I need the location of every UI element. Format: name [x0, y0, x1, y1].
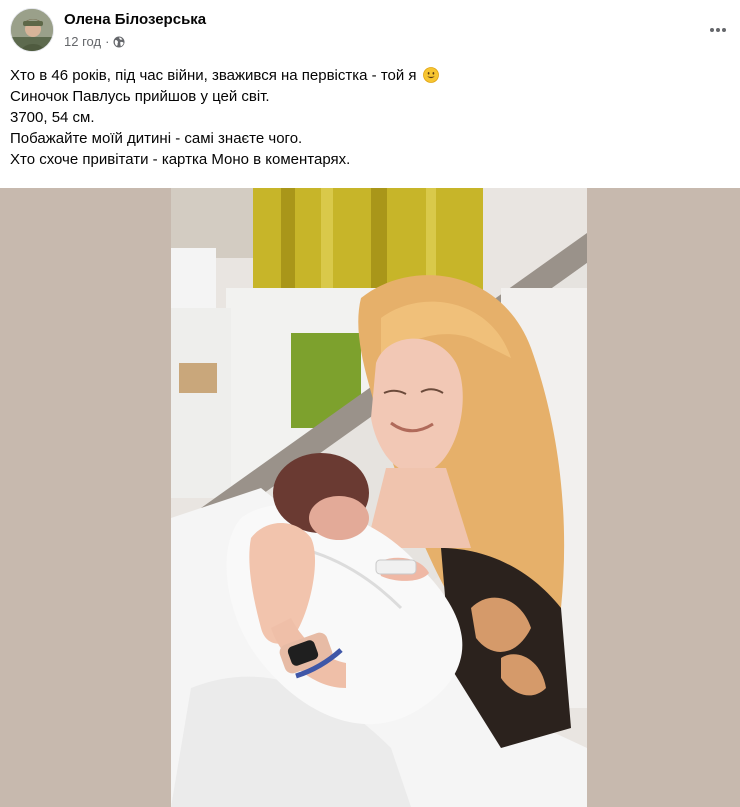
post-message: Хто в 46 років, під час війни, зважився …	[10, 65, 710, 170]
post-line: 3700, 54 см.	[10, 109, 95, 126]
post-meta: 12 год ·	[64, 34, 125, 49]
globe-icon[interactable]	[113, 36, 125, 48]
post-header: Олена Білозерська 12 год ·	[0, 0, 740, 60]
meta-separator: ·	[105, 34, 110, 49]
post-line: Хто схоче привітати - картка Моно в коме…	[10, 151, 351, 168]
more-horizontal-icon	[710, 28, 726, 32]
post-line: Хто в 46 років, під час війни, зважився …	[10, 65, 710, 86]
post-line-text: Хто в 46 років, під час війни, зважився …	[10, 67, 417, 84]
facebook-post: Олена Білозерська 12 год · Хто в 46 рокі…	[0, 0, 740, 807]
mother-and-newborn-photo[interactable]	[171, 188, 587, 807]
post-line: Синочок Павлусь прийшов у цей світ.	[10, 88, 270, 105]
author-avatar[interactable]	[10, 8, 54, 52]
avatar-image	[11, 9, 53, 51]
post-timestamp[interactable]: 12 год	[64, 34, 101, 49]
smiling-face-icon	[422, 67, 439, 83]
post-line: Побажайте моїй дитині - самі знаєте чого…	[10, 130, 303, 147]
author-name[interactable]: Олена Білозерська	[64, 11, 206, 28]
more-options-button[interactable]	[700, 12, 736, 48]
post-media	[0, 188, 740, 807]
